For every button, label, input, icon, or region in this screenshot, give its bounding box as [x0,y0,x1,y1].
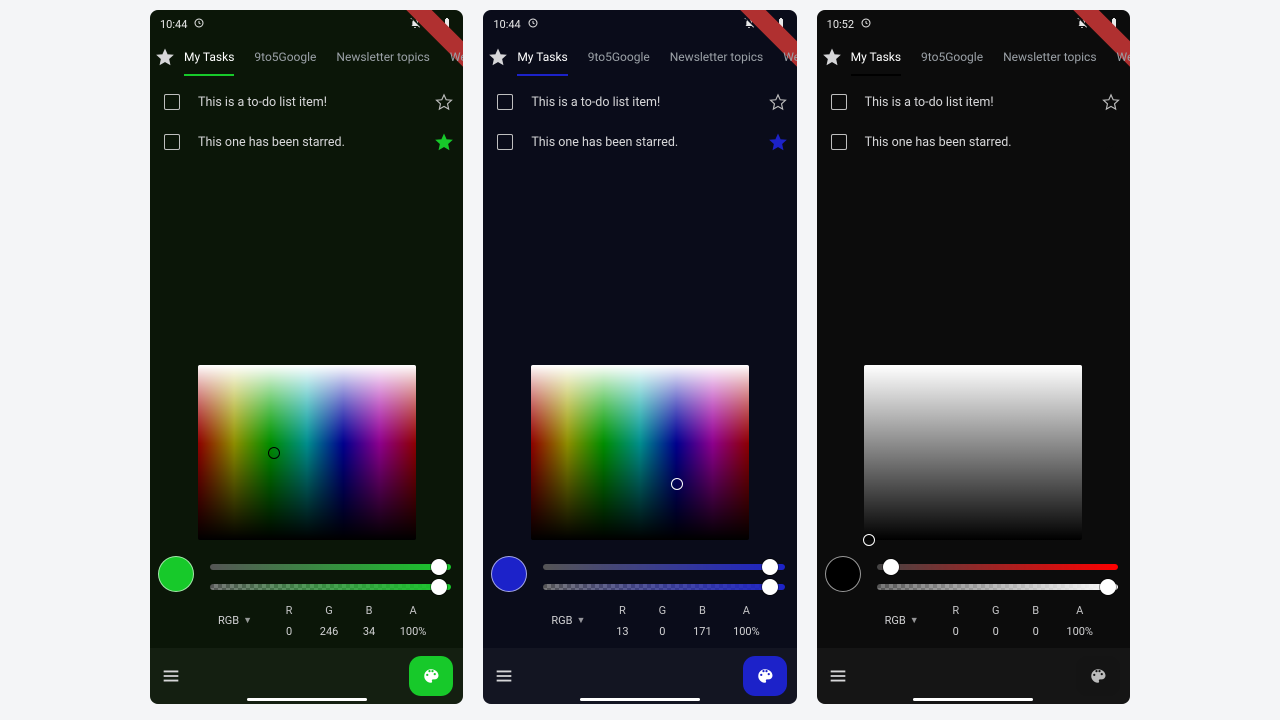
tab-item[interactable]: Newsletter topics [993,38,1106,76]
palette-fab[interactable] [1076,656,1120,696]
rgba-values: R0 G0 B0 A100% [945,604,1095,638]
clock-icon [193,17,205,32]
tab-item[interactable]: 9to5Google [578,38,660,76]
tab-bar: My Tasks9to5GoogleNewsletter topicsWe [817,38,1130,76]
color-mode-select[interactable]: RGB ▼ [218,604,252,627]
color-spectrum[interactable] [864,365,1082,540]
tab-starred[interactable] [489,48,507,66]
spectrum-cursor[interactable] [863,534,875,546]
menu-button[interactable] [493,665,515,687]
list-item[interactable]: This one has been starred. [150,122,463,162]
clock-icon [527,17,539,32]
color-swatch [491,556,527,592]
list-item[interactable]: This is a to-do list item! [483,82,796,122]
tab-item[interactable]: My Tasks [841,38,911,76]
home-indicator [580,698,700,701]
todo-text: This is a to-do list item! [865,95,1102,110]
alpha-slider[interactable] [210,584,451,590]
rgba-values: R13 G0 B171 A100% [611,604,761,638]
tab-item[interactable]: My Tasks [174,38,244,76]
phone-screen: 10:52 My Tasks9to5GoogleNewsletter topic… [817,10,1130,704]
slider-thumb[interactable] [883,559,899,575]
bottom-bar [150,648,463,704]
color-picker: RGB ▼ R0 G246 B34 A100% [150,365,463,648]
slider-thumb[interactable] [762,579,778,595]
star-icon[interactable] [769,133,787,151]
color-mode-select[interactable]: RGB ▼ [551,604,585,627]
bottom-bar [483,648,796,704]
chevron-down-icon: ▼ [576,615,585,626]
chevron-down-icon: ▼ [243,615,252,626]
hue-slider[interactable] [877,564,1118,570]
tab-item[interactable]: My Tasks [507,38,577,76]
star-icon[interactable] [1102,133,1120,151]
home-indicator [247,698,367,701]
star-icon[interactable] [435,133,453,151]
home-indicator [913,698,1033,701]
hue-slider[interactable] [210,564,451,570]
checkbox-icon[interactable] [164,94,180,110]
todo-text: This one has been starred. [198,135,435,150]
checkbox-icon[interactable] [831,94,847,110]
todo-text: This one has been starred. [531,135,768,150]
tab-item[interactable]: 9to5Google [911,38,993,76]
menu-button[interactable] [160,665,182,687]
status-time: 10:44 [493,18,520,31]
checkbox-icon[interactable] [164,134,180,150]
tab-item[interactable]: We [773,38,796,76]
tab-item[interactable]: We [440,38,463,76]
phone-screen: 10:44 My Tasks9to5GoogleNewsletter topic… [150,10,463,704]
star-icon[interactable] [1102,93,1120,111]
checkbox-icon[interactable] [831,134,847,150]
color-swatch [825,556,861,592]
color-spectrum[interactable] [531,365,749,540]
list-item[interactable]: This is a to-do list item! [817,82,1130,122]
slider-thumb[interactable] [431,559,447,575]
color-picker: RGB ▼ R13 G0 B171 A100% [483,365,796,648]
alpha-slider[interactable] [543,584,784,590]
checkbox-icon[interactable] [497,134,513,150]
slider-thumb[interactable] [431,579,447,595]
tab-item[interactable]: Newsletter topics [660,38,773,76]
tab-item[interactable]: Newsletter topics [326,38,439,76]
palette-fab[interactable] [743,656,787,696]
chevron-down-icon: ▼ [910,615,919,626]
phone-screen: 10:44 My Tasks9to5GoogleNewsletter topic… [483,10,796,704]
tab-bar: My Tasks9to5GoogleNewsletter topicsWe [483,38,796,76]
star-icon[interactable] [435,93,453,111]
todo-text: This is a to-do list item! [198,95,435,110]
tab-item[interactable]: 9to5Google [244,38,326,76]
checkbox-icon[interactable] [497,94,513,110]
status-time: 10:44 [160,18,187,31]
color-picker: RGB ▼ R0 G0 B0 A100% [817,365,1130,648]
alpha-slider[interactable] [877,584,1118,590]
bottom-bar [817,648,1130,704]
slider-thumb[interactable] [1100,579,1116,595]
todo-text: This is a to-do list item! [531,95,768,110]
rgba-values: R0 G246 B34 A100% [278,604,428,638]
clock-icon [860,17,872,32]
color-mode-select[interactable]: RGB ▼ [885,604,919,627]
tab-starred[interactable] [823,48,841,66]
palette-fab[interactable] [409,656,453,696]
list-item[interactable]: This is a to-do list item! [150,82,463,122]
spectrum-cursor[interactable] [268,447,280,459]
list-item[interactable]: This one has been starred. [817,122,1130,162]
spectrum-cursor[interactable] [671,478,683,490]
tab-starred[interactable] [156,48,174,66]
todo-text: This one has been starred. [865,135,1102,150]
tab-item[interactable]: We [1107,38,1130,76]
list-item[interactable]: This one has been starred. [483,122,796,162]
todo-list: This is a to-do list item! This one has … [150,76,463,168]
menu-button[interactable] [827,665,849,687]
star-icon[interactable] [769,93,787,111]
slider-thumb[interactable] [762,559,778,575]
tab-bar: My Tasks9to5GoogleNewsletter topicsWe [150,38,463,76]
status-time: 10:52 [827,18,854,31]
hue-slider[interactable] [543,564,784,570]
todo-list: This is a to-do list item! This one has … [483,76,796,168]
color-swatch [158,556,194,592]
color-spectrum[interactable] [198,365,416,540]
todo-list: This is a to-do list item! This one has … [817,76,1130,168]
